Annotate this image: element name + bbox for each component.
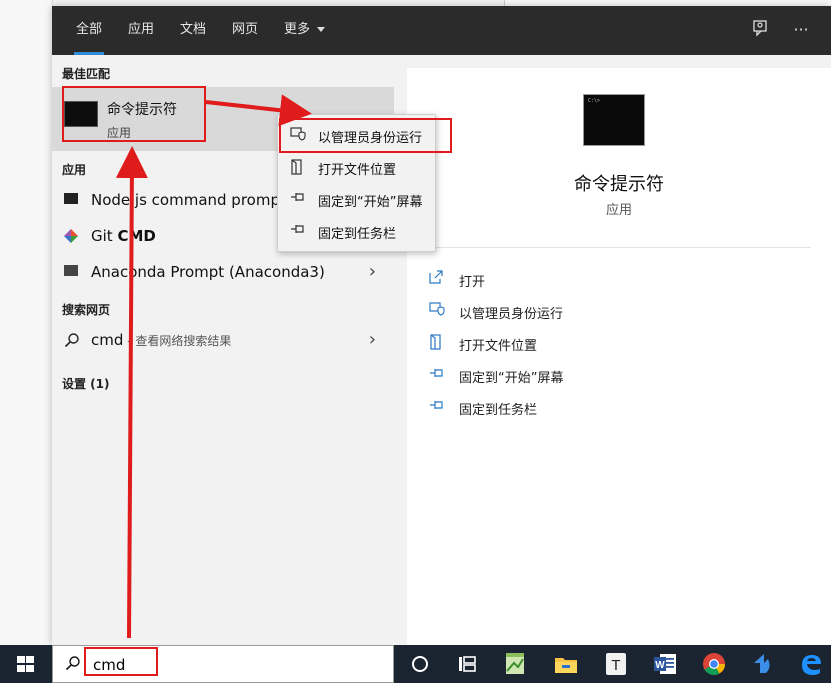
taskbar: T W (0, 645, 831, 683)
app-label: Git CMD (91, 227, 156, 245)
windows-logo-icon (17, 656, 35, 673)
task-view-icon[interactable] (407, 651, 433, 677)
context-item-label: 打开文件位置 (318, 163, 397, 178)
search-icon (64, 333, 79, 348)
action-label: 固定到“开始”屏幕 (459, 371, 564, 386)
start-search-panel: 全部 应用 文档 网页 更多 ··· 最佳匹配 命令提示符 应用 应用 Node… (52, 6, 831, 645)
typora-icon[interactable]: T (603, 651, 629, 677)
pin-icon (290, 223, 306, 239)
app-label: Anaconda Prompt (Anaconda3) (91, 263, 325, 281)
word-icon[interactable]: W (652, 651, 678, 677)
web-search-label: cmd - 查看网络搜索结果 (91, 331, 231, 349)
console-icon (64, 193, 78, 204)
apps-header: 应用 (62, 163, 87, 177)
folder-open-icon (429, 334, 447, 352)
search-icon (65, 656, 80, 671)
action-label: 固定到任务栏 (459, 403, 538, 418)
tab-more-label: 更多 (284, 22, 311, 37)
context-menu: 以管理员身份运行 打开文件位置 固定到“开始”屏幕 固定到任务栏 (277, 114, 436, 252)
git-icon (64, 229, 78, 243)
git-label-prefix: Git (91, 227, 118, 245)
action-run-as-admin[interactable]: 以管理员身份运行 (429, 297, 809, 325)
chevron-right-icon[interactable]: › (369, 329, 376, 350)
action-open-file-location[interactable]: 打开文件位置 (429, 329, 809, 357)
context-pin-taskbar[interactable]: 固定到任务栏 (278, 215, 435, 247)
web-suffix: - 查看网络搜索结果 (123, 334, 232, 348)
shield-icon (429, 302, 447, 320)
shield-icon (290, 127, 306, 143)
action-label: 打开 (459, 275, 486, 290)
web-search-header: 搜索网页 (62, 303, 111, 317)
tab-all[interactable]: 全部 (73, 6, 105, 55)
svg-text:T: T (611, 657, 620, 674)
best-match-header: 最佳匹配 (62, 67, 111, 81)
context-run-as-admin[interactable]: 以管理员身份运行 (278, 119, 435, 151)
git-label-bold: CMD (117, 227, 156, 245)
context-item-label: 固定到任务栏 (318, 227, 397, 242)
web-search-item[interactable]: cmd - 查看网络搜索结果 › (52, 323, 394, 357)
folder-open-icon (290, 159, 306, 175)
tab-apps[interactable]: 应用 (128, 6, 154, 55)
action-open[interactable]: 打开 (429, 265, 809, 293)
command-prompt-large-icon (583, 94, 645, 146)
chevron-down-icon (317, 27, 326, 32)
action-pin-taskbar[interactable]: 固定到任务栏 (429, 393, 809, 421)
tab-web[interactable]: 网页 (232, 6, 258, 55)
action-label: 打开文件位置 (459, 339, 538, 354)
app-label: Node.js command prompt (91, 191, 286, 209)
arrow-app-icon[interactable] (750, 651, 776, 677)
chrome-icon[interactable] (701, 651, 727, 677)
open-icon (429, 270, 447, 288)
detail-subtitle: 应用 (605, 203, 632, 218)
console-icon (64, 265, 78, 276)
svg-text:W: W (655, 660, 665, 671)
search-top-bar: 全部 应用 文档 网页 更多 ··· (52, 6, 831, 55)
pin-icon (290, 191, 306, 207)
notepad-icon[interactable] (502, 651, 528, 677)
web-query: cmd (91, 331, 124, 349)
settings-header[interactable]: 设置 (1) (62, 375, 110, 392)
divider (427, 247, 811, 248)
context-item-label: 固定到“开始”屏幕 (318, 195, 423, 210)
context-pin-start[interactable]: 固定到“开始”屏幕 (278, 183, 435, 215)
file-explorer-icon[interactable] (553, 651, 579, 677)
best-match-title: 命令提示符 (107, 102, 177, 118)
context-open-file-location[interactable]: 打开文件位置 (278, 151, 435, 183)
command-prompt-icon (64, 101, 98, 127)
detail-pane: 命令提示符 应用 打开 以管理员身份运行 打开文件位置 固定到“开始”屏幕 固定… (407, 68, 831, 645)
action-pin-start[interactable]: 固定到“开始”屏幕 (429, 361, 809, 389)
taskbar-search-box[interactable] (52, 645, 394, 683)
more-options-icon[interactable]: ··· (789, 18, 813, 42)
context-item-label: 以管理员身份运行 (318, 131, 423, 146)
detail-title: 命令提示符 (574, 174, 664, 195)
best-match-subtitle: 应用 (107, 126, 132, 140)
start-button[interactable] (0, 645, 52, 683)
background-window (0, 0, 53, 645)
action-label: 以管理员身份运行 (459, 307, 564, 322)
timeline-icon[interactable] (454, 651, 480, 677)
tab-documents[interactable]: 文档 (180, 6, 206, 55)
list-item[interactable]: Anaconda Prompt (Anaconda3) › (52, 255, 394, 289)
feedback-icon[interactable] (749, 18, 773, 42)
edge-icon[interactable] (798, 651, 824, 677)
chevron-right-icon[interactable]: › (369, 261, 376, 282)
pin-icon (429, 366, 447, 384)
pin-icon (429, 398, 447, 416)
search-input[interactable] (91, 654, 375, 676)
tab-more[interactable]: 更多 (284, 6, 326, 55)
